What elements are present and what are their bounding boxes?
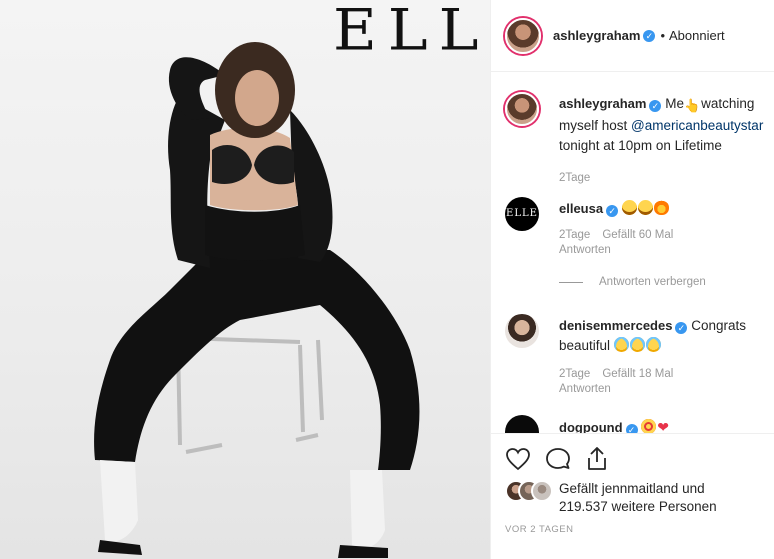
verified-icon: ✓	[606, 205, 619, 217]
caption-text-before: Me	[665, 96, 684, 111]
laughing-emoji	[621, 200, 637, 215]
hide-replies-line	[559, 281, 583, 283]
follow-status[interactable]: Abonniert	[669, 28, 725, 43]
likes-summary[interactable]: Gefällt jennmaitland und 219.537 weitere…	[505, 480, 767, 516]
comment-body: denisemmercedes ✓ Congrats beautiful 2Tag…	[559, 316, 773, 397]
caption-username[interactable]: ashleygraham	[559, 96, 646, 111]
action-icons	[505, 444, 625, 474]
comment-time[interactable]: 2Tage	[559, 229, 590, 241]
photo-figure	[94, 42, 420, 558]
hide-replies[interactable]: Antworten verbergen	[559, 276, 706, 288]
liker-avatars	[505, 480, 553, 502]
crying-emoji	[613, 337, 629, 352]
comment-meta: 2Tage Gefällt 18 Mal	[559, 367, 773, 382]
comment-avatar[interactable]: ELLE	[505, 197, 539, 231]
reply-link[interactable]: Antworten	[559, 382, 773, 397]
laughing-emoji	[637, 200, 653, 215]
author-avatar[interactable]	[505, 17, 541, 54]
caption-avatar[interactable]	[505, 92, 539, 126]
comment-time[interactable]: 2Tage	[559, 368, 590, 380]
verified-icon: ✓	[643, 29, 656, 42]
star-struck-emoji	[641, 419, 657, 433]
likes-text: Gefällt jennmaitland und 219.537 weitere…	[559, 480, 717, 516]
fire-emoji	[653, 200, 669, 215]
pointing-hand-emoji: 👆	[683, 98, 701, 113]
likes-line1[interactable]: Gefällt jennmaitland und	[559, 480, 717, 498]
verified-icon: ✓	[625, 424, 638, 433]
comment-likes[interactable]: Gefällt 60 Mal	[602, 229, 673, 241]
caption-text-end: tonight at 10pm on Lifetime	[559, 138, 722, 153]
hide-replies-label: Antworten verbergen	[599, 276, 706, 288]
comment-avatar[interactable]	[505, 415, 539, 433]
comment-likes[interactable]: Gefällt 18 Mal	[602, 368, 673, 380]
post-photo[interactable]: ELLE	[0, 0, 490, 559]
crying-emoji	[645, 337, 661, 352]
author-username[interactable]: ashleygraham	[553, 28, 640, 43]
post-timestamp[interactable]: VOR 2 TAGEN	[505, 524, 574, 535]
comment-body: elleusa ✓ 2Tage Gefällt 60 Mal Antworten	[559, 199, 773, 258]
likes-line2[interactable]: 219.537 weitere Personen	[559, 498, 717, 516]
comment-icon[interactable]	[545, 444, 585, 474]
post-header: ashleygraham ✓ • Abonniert	[491, 0, 774, 72]
verified-icon: ✓	[649, 100, 662, 112]
post-side-panel: ashleygraham ✓ • Abonniert ashleygraham ✓…	[490, 0, 774, 559]
verified-icon: ✓	[675, 322, 688, 334]
comment-username[interactable]: denisemmercedes	[559, 318, 672, 333]
post-actions: Gefällt jennmaitland und 219.537 weitere…	[491, 433, 774, 559]
mention-link[interactable]: @americanbeautystar	[631, 118, 763, 133]
comment-body: dogpound ✓ ❤	[559, 417, 773, 433]
heart-icon[interactable]	[505, 444, 545, 474]
chair	[176, 336, 324, 454]
reply-link[interactable]: Antworten	[559, 243, 773, 258]
caption-time[interactable]: 2Tage	[559, 172, 590, 184]
comment-username[interactable]: elleusa	[559, 201, 603, 216]
share-icon[interactable]	[585, 444, 625, 474]
comment-username[interactable]: dogpound	[559, 420, 623, 433]
comment-avatar[interactable]	[505, 314, 539, 348]
comments-list[interactable]: ashleygraham ✓ Me👆watching myself host @a…	[491, 73, 774, 433]
instagram-post: ELLE	[0, 0, 774, 559]
crying-emoji	[629, 337, 645, 352]
caption-meta: 2Tage	[559, 171, 773, 186]
red-heart-emoji: ❤	[657, 419, 670, 433]
caption-body: ashleygraham ✓ Me👆watching myself host @a…	[559, 94, 773, 186]
separator-dot: •	[660, 28, 665, 43]
comment-meta: 2Tage Gefällt 60 Mal	[559, 228, 773, 243]
